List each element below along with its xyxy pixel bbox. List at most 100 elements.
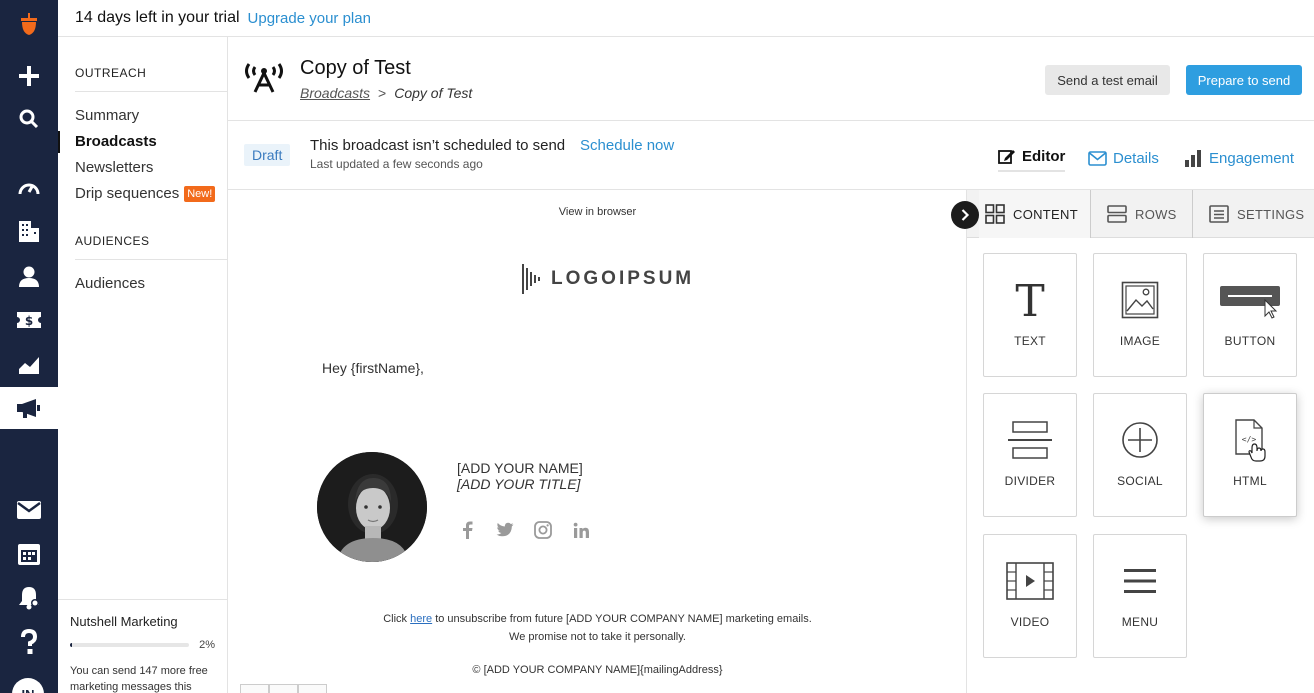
- twitter-icon[interactable]: [495, 520, 515, 540]
- grid-icon: [985, 204, 1005, 224]
- divider-block-icon: [984, 418, 1076, 462]
- plus-icon[interactable]: [0, 56, 58, 96]
- quota-progress-fill: [70, 643, 73, 647]
- nav-divider: [75, 91, 227, 92]
- row-tool-button[interactable]: [298, 684, 327, 693]
- instagram-icon[interactable]: [533, 520, 553, 540]
- signature-title[interactable]: [ADD YOUR TITLE]: [457, 476, 580, 492]
- new-badge: New!: [184, 186, 216, 202]
- dashboard-gauge-icon[interactable]: [0, 167, 58, 207]
- block-html[interactable]: </> HTML: [1203, 393, 1297, 517]
- send-quota: Nutshell Marketing 2% You can send 147 m…: [58, 599, 227, 693]
- row-tool-button[interactable]: [269, 684, 298, 693]
- tab-settings-label: SETTINGS: [1237, 206, 1305, 222]
- unsubscribe-link[interactable]: here: [410, 613, 432, 625]
- svg-text:T: T: [1015, 281, 1044, 319]
- tab-details-label: Details: [1113, 149, 1159, 167]
- tab-rows[interactable]: ROWS: [1091, 190, 1193, 238]
- outreach-nav: OUTREACH Summary Broadcasts Newsletters …: [58, 37, 228, 693]
- nav-item-summary[interactable]: Summary: [58, 103, 227, 129]
- tab-content[interactable]: CONTENT: [979, 190, 1091, 238]
- nav-item-audiences[interactable]: Audiences: [58, 271, 227, 297]
- chevron-right-icon: [961, 209, 970, 221]
- unsub-line-2: We promise not to take it personally.: [509, 631, 686, 643]
- button-block-icon: [1204, 278, 1296, 322]
- svg-text:</>: </>: [1242, 435, 1257, 444]
- schedule-status-text: This broadcast isn’t scheduled to send: [310, 137, 566, 154]
- unsub-text-after: to unsubscribe from future [ADD YOUR COM…: [432, 613, 812, 625]
- view-in-browser-link[interactable]: View in browser: [228, 206, 966, 218]
- tab-settings[interactable]: SETTINGS: [1193, 190, 1314, 238]
- acorn-logo-icon[interactable]: [0, 4, 58, 44]
- companies-icon[interactable]: [0, 211, 58, 251]
- send-test-email-button[interactable]: Send a test email: [1045, 65, 1170, 95]
- html-file-icon: </>: [1204, 418, 1296, 462]
- email-footer: © [ADD YOUR COMPANY NAME]{mailingAddress…: [472, 664, 723, 676]
- block-video-label: VIDEO: [1010, 615, 1050, 629]
- social-links: [457, 520, 591, 540]
- reports-icon[interactable]: [0, 345, 58, 385]
- block-image-label: IMAGE: [1119, 334, 1161, 348]
- bar-chart-icon: [1185, 150, 1201, 167]
- app-rail: $ IN: [0, 0, 58, 693]
- marketing-megaphone-icon[interactable]: [0, 387, 58, 429]
- email-greeting[interactable]: Hey {firstName},: [322, 360, 424, 376]
- signature-photo[interactable]: [317, 452, 427, 562]
- breadcrumb-separator: >: [378, 85, 387, 101]
- schedule-now-link[interactable]: Schedule now: [580, 137, 674, 154]
- unsub-text-before: Click: [383, 613, 411, 625]
- linkedin-icon[interactable]: [571, 520, 591, 540]
- tab-details[interactable]: Details: [1088, 144, 1159, 172]
- email-preview-canvas[interactable]: View in browser LOGOIPSUM Hey {firstName…: [228, 190, 967, 693]
- search-icon[interactable]: [0, 99, 58, 139]
- trial-banner: 14 days left in your trial Upgrade your …: [58, 0, 1314, 37]
- tab-rows-label: ROWS: [1135, 206, 1177, 222]
- block-social[interactable]: SOCIAL: [1093, 393, 1187, 517]
- block-video[interactable]: VIDEO: [983, 534, 1077, 658]
- social-plus-icon: [1094, 418, 1186, 462]
- block-menu-label: MENU: [1121, 615, 1159, 629]
- broadcast-status-bar: Draft This broadcast isn’t scheduled to …: [228, 122, 1314, 190]
- block-image[interactable]: IMAGE: [1093, 253, 1187, 377]
- row-toolbar: [240, 684, 327, 693]
- audiences-section-header: AUDIENCES: [75, 234, 150, 248]
- nav-item-broadcasts[interactable]: Broadcasts: [58, 129, 227, 155]
- help-icon[interactable]: [0, 622, 58, 662]
- block-text[interactable]: T TEXT: [983, 253, 1077, 377]
- envelope-icon: [1088, 150, 1107, 166]
- tab-editor-label: Editor: [1022, 147, 1066, 165]
- facebook-icon[interactable]: [457, 520, 477, 540]
- people-icon[interactable]: [0, 256, 58, 296]
- collapse-panel-button[interactable]: [951, 201, 979, 229]
- notifications-icon[interactable]: [0, 578, 58, 618]
- calendar-icon[interactable]: [0, 534, 58, 574]
- email-icon[interactable]: [0, 490, 58, 530]
- trial-text: 14 days left in your trial: [75, 9, 240, 26]
- signature-name[interactable]: [ADD YOUR NAME]: [457, 460, 583, 476]
- tab-engagement[interactable]: Engagement: [1184, 144, 1294, 172]
- prepare-to-send-button[interactable]: Prepare to send: [1186, 65, 1302, 95]
- block-divider[interactable]: DIVIDER: [983, 393, 1077, 517]
- email-logo[interactable]: LOGOIPSUM: [521, 262, 694, 296]
- nav-item-drip-sequences-label: Drip sequences: [75, 185, 180, 202]
- account-name: Nutshell Marketing: [70, 614, 178, 629]
- block-social-label: SOCIAL: [1117, 474, 1163, 488]
- tab-editor[interactable]: Editor: [998, 144, 1066, 172]
- breadcrumb-broadcasts-link[interactable]: Broadcasts: [300, 85, 370, 101]
- upgrade-plan-link[interactable]: Upgrade your plan: [248, 10, 371, 27]
- user-avatar[interactable]: IN: [12, 678, 44, 693]
- nav-item-drip-sequences[interactable]: Drip sequences New!: [58, 181, 227, 207]
- block-menu[interactable]: MENU: [1093, 534, 1187, 658]
- tab-content-label: CONTENT: [1013, 206, 1078, 222]
- page-title: Copy of Test: [300, 57, 411, 79]
- video-block-icon: [984, 559, 1076, 603]
- block-button[interactable]: BUTTON: [1203, 253, 1297, 377]
- block-html-label: HTML: [1233, 474, 1267, 488]
- deals-icon[interactable]: $: [0, 300, 58, 340]
- row-tool-button[interactable]: [240, 684, 269, 693]
- unsubscribe-notice: Click here to unsubscribe from future [A…: [228, 610, 966, 646]
- last-updated-text: Last updated a few seconds ago: [310, 157, 483, 171]
- block-button-label: BUTTON: [1224, 334, 1276, 348]
- nav-item-newsletters[interactable]: Newsletters: [58, 155, 227, 181]
- settings-list-icon: [1209, 205, 1229, 223]
